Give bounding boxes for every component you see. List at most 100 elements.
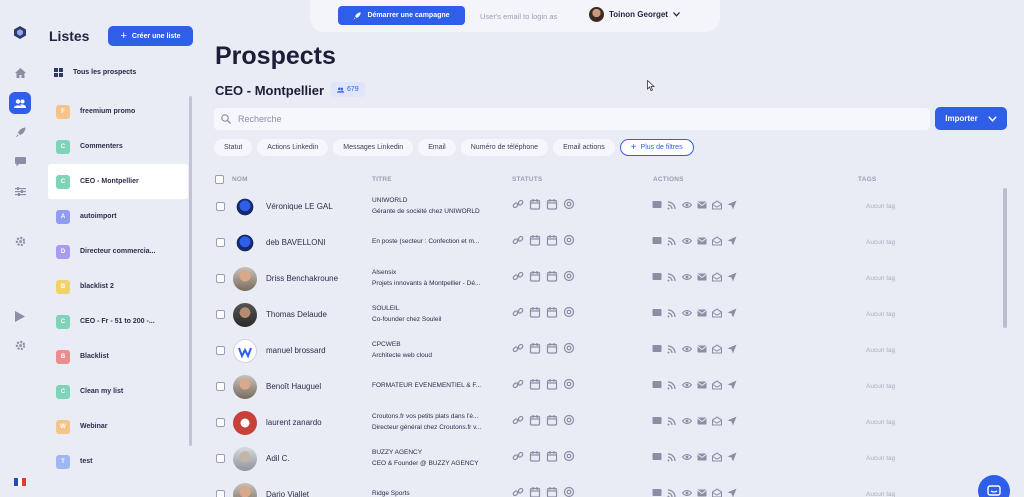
rocket-icon[interactable] (10, 122, 30, 142)
calendar-check-icon[interactable] (529, 378, 541, 390)
list-item[interactable]: W Webinar (48, 409, 188, 444)
column-actions[interactable]: ACTIONS (653, 176, 684, 183)
prospect-name[interactable]: Véronique LE GAL (266, 202, 333, 211)
logo-icon[interactable] (10, 22, 30, 42)
prospect-name[interactable]: laurent zanardo (266, 418, 322, 427)
mail-icon[interactable] (697, 200, 707, 210)
login-as-input[interactable]: User's email to login as (480, 12, 557, 21)
calendar-check-icon[interactable] (529, 450, 541, 462)
at-icon[interactable] (563, 198, 575, 210)
eye-icon[interactable] (682, 272, 692, 282)
prospect-name[interactable]: manuel brossard (266, 346, 326, 355)
row-checkbox[interactable] (216, 382, 225, 391)
filter-chip[interactable]: Statut (214, 139, 253, 156)
support-chat-button[interactable] (978, 475, 1010, 497)
mail-open-icon[interactable] (712, 236, 722, 246)
prospect-name[interactable]: Thomas Delaude (266, 310, 327, 319)
list-item[interactable]: Aautoimport (48, 199, 188, 234)
lists-scrollbar[interactable] (189, 96, 192, 446)
list-item[interactable]: C CEO - Montpellier (48, 164, 188, 199)
tag-label[interactable]: Aucun tag (866, 239, 895, 246)
filter-chip[interactable]: Actions Linkedin (257, 139, 329, 156)
home-icon[interactable] (10, 63, 30, 83)
list-item[interactable]: Bblacklist 2 (48, 269, 188, 304)
calendar-icon[interactable] (546, 198, 558, 210)
prospect-name[interactable]: Benoît Hauguel (266, 382, 321, 391)
mail-open-icon[interactable] (712, 308, 722, 318)
table-row[interactable]: Driss Benchakroune Alsensix Projets innova… (214, 260, 1004, 296)
mail-icon[interactable] (697, 236, 707, 246)
linkedin-message-icon[interactable] (652, 272, 662, 282)
search-bar[interactable] (214, 108, 930, 130)
tag-label[interactable]: Aucun tag (866, 383, 895, 390)
link-icon[interactable] (512, 198, 524, 210)
table-row[interactable]: Dario Viallet Ridge Sports Aucun tag (214, 476, 1004, 497)
tag-label[interactable]: Aucun tag (866, 275, 895, 282)
table-row[interactable]: Benoît Hauguel FORMATEUR ÉVÉNEMENTIEL & F… (214, 368, 1004, 404)
row-checkbox[interactable] (216, 310, 225, 319)
at-icon[interactable] (563, 306, 575, 318)
settings-icon[interactable] (10, 231, 30, 251)
mail-icon[interactable] (697, 308, 707, 318)
table-row[interactable]: deb BAVELLONI En poste (secteur : Confect… (214, 224, 1004, 260)
mail-open-icon[interactable] (712, 272, 722, 282)
rss-icon[interactable] (667, 272, 677, 282)
more-filters-button[interactable]: + Plus de filtres (619, 139, 694, 156)
prospect-name[interactable]: deb BAVELLONI (266, 238, 325, 247)
search-input[interactable] (238, 114, 838, 124)
at-icon[interactable] (563, 234, 575, 246)
list-item[interactable]: C CEO - Fr - 51 to 200 -... (48, 304, 188, 339)
link-icon[interactable] (512, 342, 524, 354)
import-button[interactable]: Importer (935, 107, 1007, 130)
mail-icon[interactable] (697, 380, 707, 390)
language-flag-icon[interactable] (14, 478, 26, 486)
rss-icon[interactable] (667, 416, 677, 426)
filter-chip[interactable]: Email (418, 139, 456, 156)
table-scrollbar[interactable] (1003, 188, 1007, 328)
eye-icon[interactable] (682, 416, 692, 426)
send-icon[interactable] (727, 308, 737, 318)
link-icon[interactable] (512, 414, 524, 426)
list-item[interactable]: D Directeur commercia... (48, 234, 188, 269)
linkedin-message-icon[interactable] (652, 308, 662, 318)
rss-icon[interactable] (667, 488, 677, 497)
calendar-check-icon[interactable] (529, 414, 541, 426)
column-name[interactable]: NOM (232, 176, 248, 183)
mail-open-icon[interactable] (712, 416, 722, 426)
send-icon[interactable] (727, 344, 737, 354)
calendar-icon[interactable] (546, 342, 558, 354)
table-row[interactable]: laurent zanardo Croutons.fr vos petits pl… (214, 404, 1004, 440)
select-all-checkbox[interactable] (215, 175, 224, 184)
eye-icon[interactable] (682, 452, 692, 462)
row-checkbox[interactable] (216, 238, 225, 247)
column-status[interactable]: STATUTS (512, 176, 542, 183)
sliders-icon[interactable] (10, 181, 30, 201)
send-icon[interactable] (727, 200, 737, 210)
calendar-check-icon[interactable] (529, 486, 541, 497)
link-icon[interactable] (512, 270, 524, 282)
at-icon[interactable] (563, 270, 575, 282)
create-list-button[interactable]: + Créer une liste (108, 26, 193, 46)
linkedin-message-icon[interactable] (652, 236, 662, 246)
mail-icon[interactable] (697, 488, 707, 497)
start-campaign-button[interactable]: Démarrer une campagne (338, 6, 465, 25)
rss-icon[interactable] (667, 236, 677, 246)
rss-icon[interactable] (667, 200, 677, 210)
chat-icon[interactable] (10, 152, 30, 172)
linkedin-message-icon[interactable] (652, 416, 662, 426)
at-icon[interactable] (563, 342, 575, 354)
send-icon[interactable] (727, 452, 737, 462)
eye-icon[interactable] (682, 200, 692, 210)
rss-icon[interactable] (667, 308, 677, 318)
mail-open-icon[interactable] (712, 200, 722, 210)
column-title[interactable]: TITRE (372, 176, 392, 183)
rss-icon[interactable] (667, 380, 677, 390)
eye-icon[interactable] (682, 380, 692, 390)
link-icon[interactable] (512, 450, 524, 462)
table-row[interactable]: Véronique LE GAL UNIWORLD Gérante de socié… (214, 188, 1004, 224)
calendar-icon[interactable] (546, 270, 558, 282)
users-icon[interactable] (9, 92, 31, 114)
tag-label[interactable]: Aucun tag (866, 203, 895, 210)
table-row[interactable]: manuel brossard CPCWEB Architecte web clou… (214, 332, 1004, 368)
tag-label[interactable]: Aucun tag (866, 419, 895, 426)
